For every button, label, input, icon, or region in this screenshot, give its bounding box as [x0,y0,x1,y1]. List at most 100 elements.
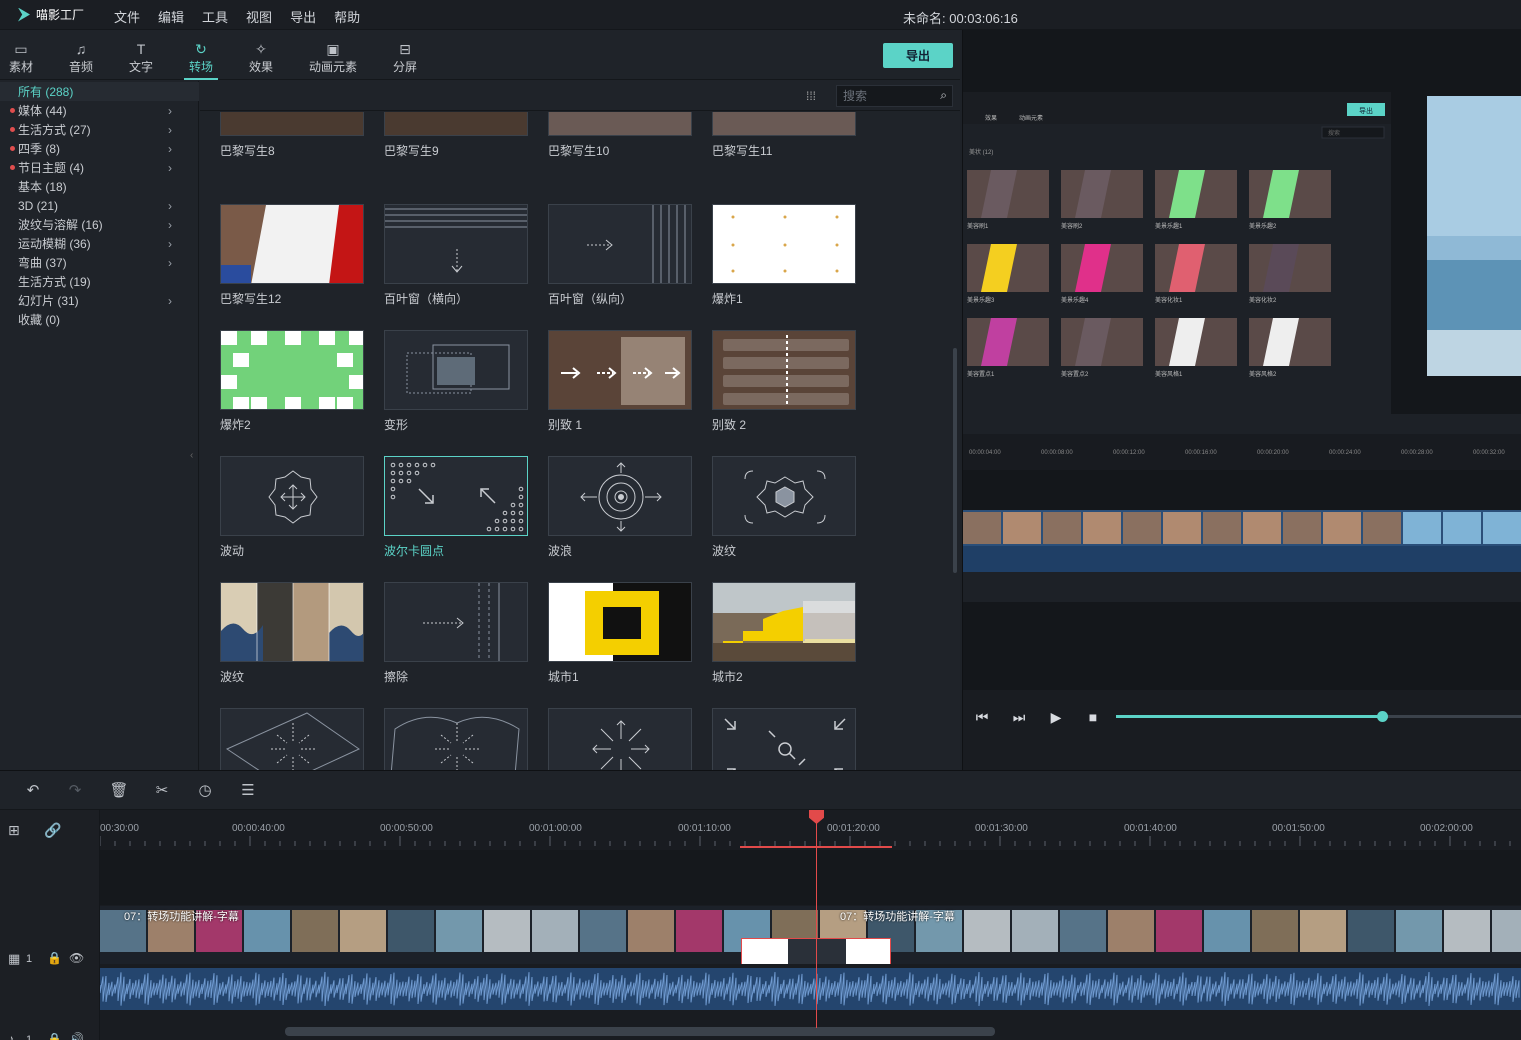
add-track-icon[interactable]: ⊞ [8,822,20,839]
tab-audio[interactable]: ♫ 音频 [56,40,106,75]
transition-thumb[interactable]: 波动 [220,456,365,559]
video-clip-frame[interactable] [1396,910,1442,952]
eye-icon[interactable]: 👁 [69,951,84,965]
category-item[interactable]: 媒体 (44) › [0,101,199,120]
category-item[interactable]: 波纹与溶解 (16) › [0,215,199,234]
tab-elements[interactable]: ▣ 动画元素 [303,40,363,75]
transition-thumb[interactable]: 爆炸2 [220,330,365,433]
video-clip-frame[interactable] [580,910,626,952]
chevron-right-icon[interactable]: › [168,294,172,308]
transition-thumb[interactable]: 巴黎写生9 [384,112,529,159]
video-clip-frame[interactable] [532,910,578,952]
stop-icon[interactable]: ■ [1082,706,1104,728]
video-clip-frame[interactable] [1300,910,1346,952]
category-item[interactable]: 运动模糊 (36) › [0,234,199,253]
video-clip-frame[interactable] [1108,910,1154,952]
transition-thumb[interactable]: 巴黎写生11 [712,112,857,159]
video-clip-frame[interactable] [484,910,530,952]
video-clip-frame[interactable] [1012,910,1058,952]
chevron-right-icon[interactable]: › [168,142,172,156]
undo-icon[interactable]: ↶ [22,781,44,801]
step-forward-icon[interactable]: ⏭ [1008,706,1030,728]
category-item[interactable]: 弯曲 (37) › [0,253,199,272]
delete-icon[interactable]: 🗑 [108,781,130,801]
category-item[interactable]: 生活方式 (27) › [0,120,199,139]
grid-scrollbar[interactable] [953,348,957,573]
chevron-right-icon[interactable]: › [168,237,172,251]
tab-split-screen[interactable]: ⊟ 分屏 [380,40,430,75]
transition-thumb[interactable]: 巴黎写生10 [548,112,693,159]
video-clip-frame[interactable] [1492,910,1521,952]
tab-transitions[interactable]: ↻ 转场 [176,40,226,80]
transition-thumb[interactable]: 城市1 [548,582,693,685]
tab-effects[interactable]: ✧ 效果 [236,40,286,75]
transition-thumb[interactable] [712,708,857,770]
menu-tools[interactable]: 工具 [202,7,228,26]
menu-help[interactable]: 帮助 [334,7,360,26]
transition-thumb[interactable] [548,708,693,770]
transition-thumb[interactable]: 别致 1 [548,330,693,433]
speaker-icon[interactable]: 🔊 [69,1032,84,1040]
category-item[interactable]: 基本 (18) [0,177,199,196]
video-clip-frame[interactable] [1204,910,1250,952]
transition-thumb[interactable]: 巴黎写生8 [220,112,365,159]
transition-thumb[interactable] [384,708,529,770]
category-item[interactable]: 节日主题 (4) › [0,158,199,177]
transition-thumb[interactable]: 百叶窗（横向） [384,204,529,307]
video-clip-frame[interactable] [1060,910,1106,952]
transition-thumb[interactable]: 城市2 [712,582,857,685]
transition-thumb[interactable]: 别致 2 [712,330,857,433]
lock-icon[interactable]: 🔒 [47,951,62,965]
category-item[interactable]: 生活方式 (19) [0,272,199,291]
search-icon[interactable]: ⌕ [940,88,947,103]
menu-edit[interactable]: 编辑 [158,7,184,26]
grid-view-icon[interactable]: ⁞⁞⁞ [806,89,820,103]
chevron-right-icon[interactable]: › [168,123,172,137]
chevron-right-icon[interactable]: › [168,104,172,118]
audio-lock-icon[interactable]: 🔒 [47,1032,62,1040]
video-clip-frame[interactable] [1156,910,1202,952]
cut-icon[interactable]: ✂ [151,781,173,801]
speed-icon[interactable]: ◷ [194,781,216,801]
playhead[interactable] [809,810,824,1028]
playback-progress[interactable] [1116,711,1521,722]
step-back-icon[interactable]: ⏮ [971,706,993,728]
tab-titles[interactable]: T 文字 [116,40,166,75]
video-clip-frame[interactable] [436,910,482,952]
video-clip-frame[interactable] [676,910,722,952]
timeline-scrollbar[interactable] [285,1027,995,1036]
category-item[interactable]: 3D (21) › [0,196,199,215]
transition-thumb[interactable]: 巴黎写生12 [220,204,365,307]
menu-view[interactable]: 视图 [246,7,272,26]
chevron-right-icon[interactable]: › [168,218,172,232]
transition-thumb[interactable]: 擦除 [384,582,529,685]
video-clip-frame[interactable] [388,910,434,952]
adjust-icon[interactable]: ☰ [237,781,259,801]
video-clip-frame[interactable] [340,910,386,952]
search-input[interactable] [843,88,931,104]
menu-file[interactable]: 文件 [114,7,140,26]
play-icon[interactable]: ▶ [1045,706,1067,728]
video-clip-frame[interactable] [292,910,338,952]
category-item[interactable]: 所有 (288) [0,82,199,101]
transition-thumb[interactable] [220,708,365,770]
chevron-right-icon[interactable]: › [168,256,172,270]
category-item[interactable]: 四季 (8) › [0,139,199,158]
transition-thumb[interactable]: 百叶窗（纵向） [548,204,693,307]
category-item[interactable]: 幻灯片 (31) › [0,291,199,310]
transition-thumb[interactable]: 变形 [384,330,529,433]
export-button[interactable]: 导出 [883,43,953,68]
video-clip-frame[interactable] [1444,910,1490,952]
video-clip-frame[interactable] [964,910,1010,952]
progress-knob[interactable] [1376,711,1388,722]
transition-thumb[interactable]: 爆炸1 [712,204,857,307]
redo-icon[interactable]: ↷ [64,781,86,801]
collapse-panel-icon[interactable]: ‹ [190,450,193,461]
category-item[interactable]: 收藏 (0) [0,310,199,329]
transition-thumb[interactable]: 波尔卡圆点 [384,456,529,559]
chevron-right-icon[interactable]: › [168,199,172,213]
transition-thumb[interactable]: 波纹 [220,582,365,685]
video-clip-frame[interactable] [628,910,674,952]
chevron-right-icon[interactable]: › [168,161,172,175]
link-icon[interactable]: 🔗 [44,822,61,839]
